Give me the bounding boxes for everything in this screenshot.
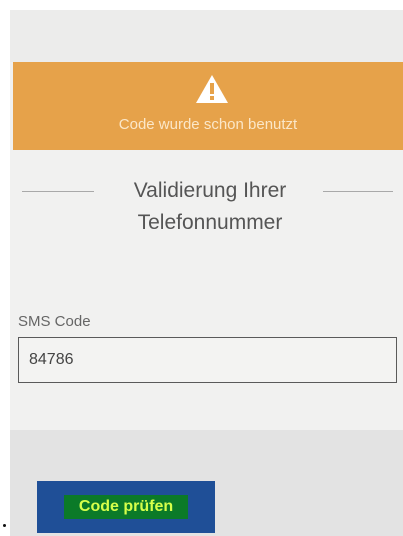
heading-divider-right	[323, 191, 393, 192]
heading-divider-left	[22, 191, 94, 192]
sms-code-input[interactable]	[18, 337, 397, 383]
verify-code-button-label: Code prüfen	[64, 495, 188, 519]
alert-message: Code wurde schon benutzt	[118, 116, 298, 133]
page-title-line-1: Validierung Ihrer	[133, 179, 287, 202]
error-alert-banner: Code wurde schon benutzt	[13, 62, 403, 150]
warning-icon	[196, 75, 228, 103]
phone-screen: Code wurde schon benutzt Validierung Ihr…	[10, 10, 403, 536]
sms-code-label: SMS Code	[18, 313, 91, 330]
page-heading: Validierung Ihrer Telefonnummer	[10, 175, 403, 245]
page-title: Validierung Ihrer Telefonnummer	[100, 175, 320, 239]
page-title-line-2: Telefonnummer	[137, 211, 283, 234]
screen-edge-dot	[3, 524, 6, 527]
status-area	[10, 10, 403, 62]
verify-code-button[interactable]: Code prüfen	[37, 481, 215, 533]
